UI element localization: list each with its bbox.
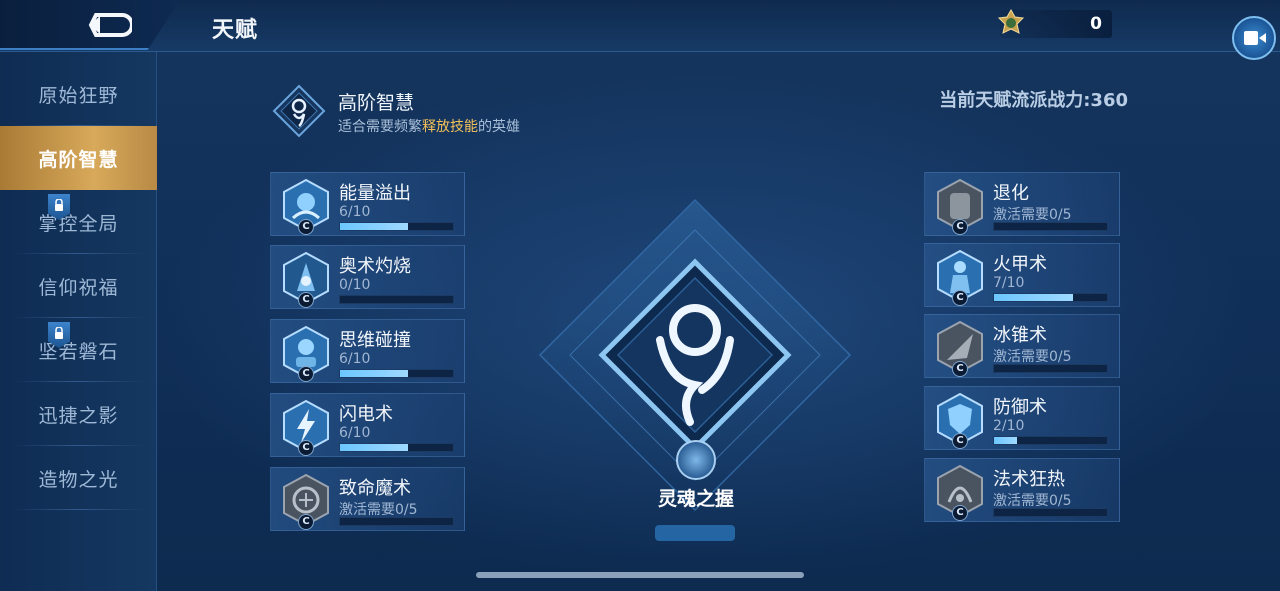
talent-card-ice-cone[interactable]: C 冰锥术 激活需要0/5	[924, 314, 1120, 378]
talent-name: 冰锥术	[993, 325, 1047, 346]
combat-power: 当前天赋流派战力:360	[939, 90, 1128, 111]
talent-progress-bar	[339, 295, 454, 304]
medal-icon	[997, 8, 1025, 34]
talent-progress-fill	[994, 294, 1074, 301]
video-camera-icon	[1244, 31, 1266, 45]
talent-level: 激活需要0/5	[993, 207, 1072, 223]
currency-value: 0	[1090, 14, 1102, 34]
sidebar-item-high-wisdom[interactable]: 高阶智慧	[0, 126, 157, 190]
sidebar-item-primal-wild[interactable]: 原始狂野	[0, 62, 157, 126]
top-bar: 天赋 0	[0, 0, 1280, 52]
talent-progress-fill	[340, 223, 408, 230]
talent-level: 6/10	[339, 204, 371, 220]
school-name: 高阶智慧	[338, 92, 415, 114]
talent-level: 6/10	[339, 425, 371, 441]
sidebar: 原始狂野 高阶智慧 掌控全局 信仰祝福 坚若磐石 迅捷之影 造物之光	[0, 52, 157, 591]
home-indicator[interactable]	[476, 572, 804, 578]
talent-progress-bar	[993, 222, 1108, 231]
grade-badge: C	[952, 290, 968, 306]
talent-level: 0/10	[339, 277, 371, 293]
school-desc-pre: 适合需要频繁	[338, 119, 422, 135]
talent-name: 火甲术	[993, 254, 1047, 275]
sidebar-item-creation-light[interactable]: 造物之光	[0, 446, 157, 510]
talent-card-arcane-burn[interactable]: C 奥术灼烧 0/10	[270, 245, 465, 309]
grade-badge: C	[298, 219, 314, 235]
talent-card-fatal-magic[interactable]: C 致命魔术 激活需要0/5	[270, 467, 465, 531]
sidebar-item-label: 高阶智慧	[38, 148, 119, 171]
talent-card-spell-frenzy[interactable]: C 法术狂热 激活需要0/5	[924, 458, 1120, 522]
sidebar-item-swift-shadow[interactable]: 迅捷之影	[0, 382, 157, 446]
back-button[interactable]	[0, 0, 180, 50]
sidebar-item-label: 造物之光	[38, 468, 119, 491]
talent-progress-bar	[993, 293, 1108, 302]
wisdom-school-icon	[272, 84, 326, 138]
school-desc-post: 的英雄	[478, 119, 520, 135]
talent-name: 法术狂热	[993, 469, 1065, 490]
grade-badge: C	[298, 292, 314, 308]
talent-level: 7/10	[993, 275, 1025, 291]
talent-progress-bar	[339, 222, 454, 231]
talent-name: 退化	[993, 183, 1029, 204]
talent-level: 激活需要0/5	[339, 502, 418, 518]
grade-badge: C	[298, 440, 314, 456]
sidebar-item-label: 信仰祝福	[38, 276, 119, 299]
talent-level: 激活需要0/5	[993, 493, 1072, 509]
talent-level: 2/10	[993, 418, 1025, 434]
currency-display: 0	[997, 8, 1112, 38]
talent-progress-fill	[994, 437, 1017, 444]
lock-icon	[55, 199, 63, 211]
soul-grasp-label: 灵魂之握	[657, 488, 734, 510]
school-description: 适合需要频繁释放技能的英雄	[338, 116, 520, 136]
talent-progress-bar	[993, 436, 1108, 445]
grade-badge: C	[952, 361, 968, 377]
talent-progress-bar	[993, 508, 1108, 517]
talent-name: 能量溢出	[339, 183, 411, 204]
grade-badge: C	[298, 366, 314, 382]
sidebar-item-label: 迅捷之影	[38, 404, 119, 427]
sidebar-item-control-all[interactable]: 掌控全局	[0, 190, 157, 254]
grade-badge: C	[952, 433, 968, 449]
grade-badge: C	[298, 514, 314, 530]
sidebar-item-rock-solid[interactable]: 坚若磐石	[0, 318, 157, 382]
back-arrow-icon	[88, 13, 132, 37]
talent-level: 6/10	[339, 351, 371, 367]
talent-card-fire-armor[interactable]: C 火甲术 7/10	[924, 243, 1120, 307]
talent-card-lightning[interactable]: C 闪电术 6/10	[270, 393, 465, 457]
talent-progress-bar	[339, 369, 454, 378]
school-desc-highlight: 释放技能	[422, 119, 478, 135]
grade-badge: C	[952, 505, 968, 521]
talent-progress-bar	[339, 443, 454, 452]
talent-name: 致命魔术	[339, 478, 411, 499]
talent-progress-fill	[340, 370, 408, 377]
talent-progress-fill	[340, 444, 408, 451]
talent-card-defense[interactable]: C 防御术 2/10	[924, 386, 1120, 450]
talent-name: 思维碰撞	[339, 330, 411, 351]
talent-name: 闪电术	[339, 404, 393, 425]
grade-badge: C	[952, 219, 968, 235]
talent-progress-bar	[993, 364, 1108, 373]
talent-name: 防御术	[993, 397, 1047, 418]
talent-progress-bar	[339, 517, 454, 526]
soul-grasp-icon[interactable]	[676, 440, 716, 480]
sidebar-item-faith-blessing[interactable]: 信仰祝福	[0, 254, 157, 318]
talent-name: 奥术灼烧	[339, 256, 411, 277]
talent-card-mind-collision[interactable]: C 思维碰撞 6/10	[270, 319, 465, 383]
page-title: 天赋	[212, 18, 259, 43]
lock-icon	[55, 327, 63, 339]
talent-card-energy-overflow[interactable]: C 能量溢出 6/10	[270, 172, 465, 236]
video-button[interactable]	[1232, 16, 1276, 60]
talent-card-degeneration[interactable]: C 退化 激活需要0/5	[924, 172, 1120, 236]
sidebar-item-label: 原始狂野	[38, 84, 119, 107]
divider	[12, 509, 145, 510]
talent-level: 激活需要0/5	[993, 349, 1072, 365]
